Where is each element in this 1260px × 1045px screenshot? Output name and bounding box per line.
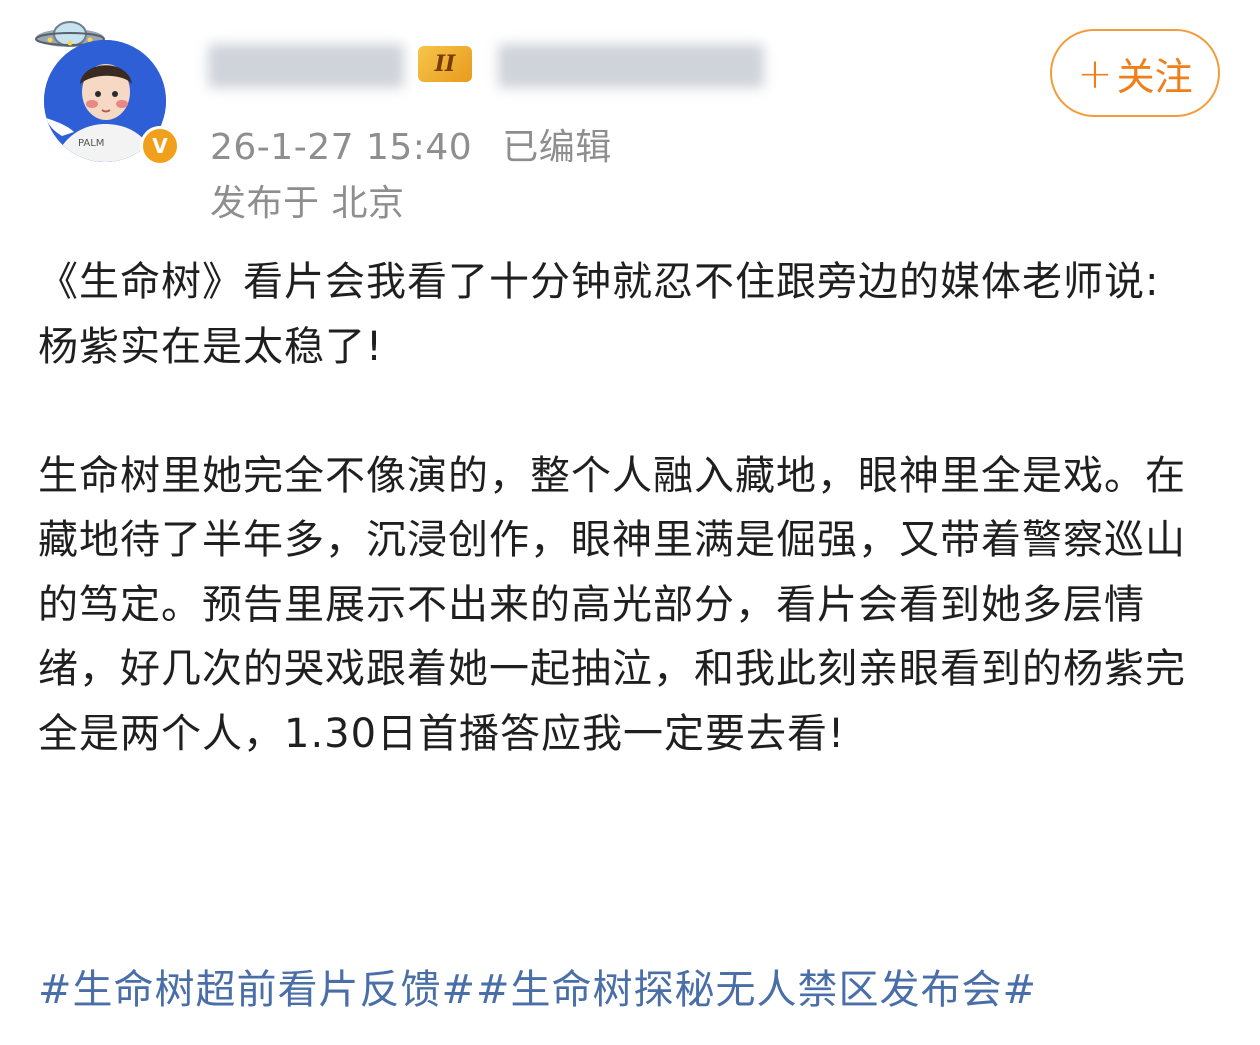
hashtag-row: #生命树超前看片反馈##生命树探秘无人禁区发布会#: [38, 958, 1228, 1022]
post-paragraph-2: 生命树里她完全不像演的，整个人融入藏地，眼神里全是戏。在藏地待了半年多，沉浸创作…: [38, 452, 1186, 757]
post-location: 发布于 北京: [210, 183, 405, 224]
hashtag-link[interactable]: #生命树超前看片反馈#: [38, 967, 476, 1013]
svg-text:PALM: PALM: [78, 138, 104, 149]
avatar-group[interactable]: PALM V: [30, 12, 180, 172]
post-meta: 26-1-27 15:40 已编辑: [210, 118, 612, 170]
follow-button[interactable]: + 关注: [1050, 29, 1220, 117]
post-content: 《生命树》看片会我看了十分钟就忍不住跟旁边的媒体老师说: 杨紫实在是太稳了! 生…: [38, 250, 1223, 766]
level-badge: II: [418, 46, 472, 82]
post-paragraph-1: 《生命树》看片会我看了十分钟就忍不住跟旁边的媒体老师说: 杨紫实在是太稳了!: [38, 259, 1160, 370]
edited-label[interactable]: 已编辑: [502, 127, 612, 168]
hashtag-link[interactable]: #生命树探秘无人禁区发布会#: [476, 967, 1037, 1013]
verified-badge-icon: V: [140, 126, 180, 166]
post-timestamp: 26-1-27 15:40: [210, 127, 473, 168]
plus-icon: +: [1077, 48, 1113, 98]
username-blurred[interactable]: II: [208, 34, 764, 96]
follow-label: 关注: [1116, 54, 1193, 99]
